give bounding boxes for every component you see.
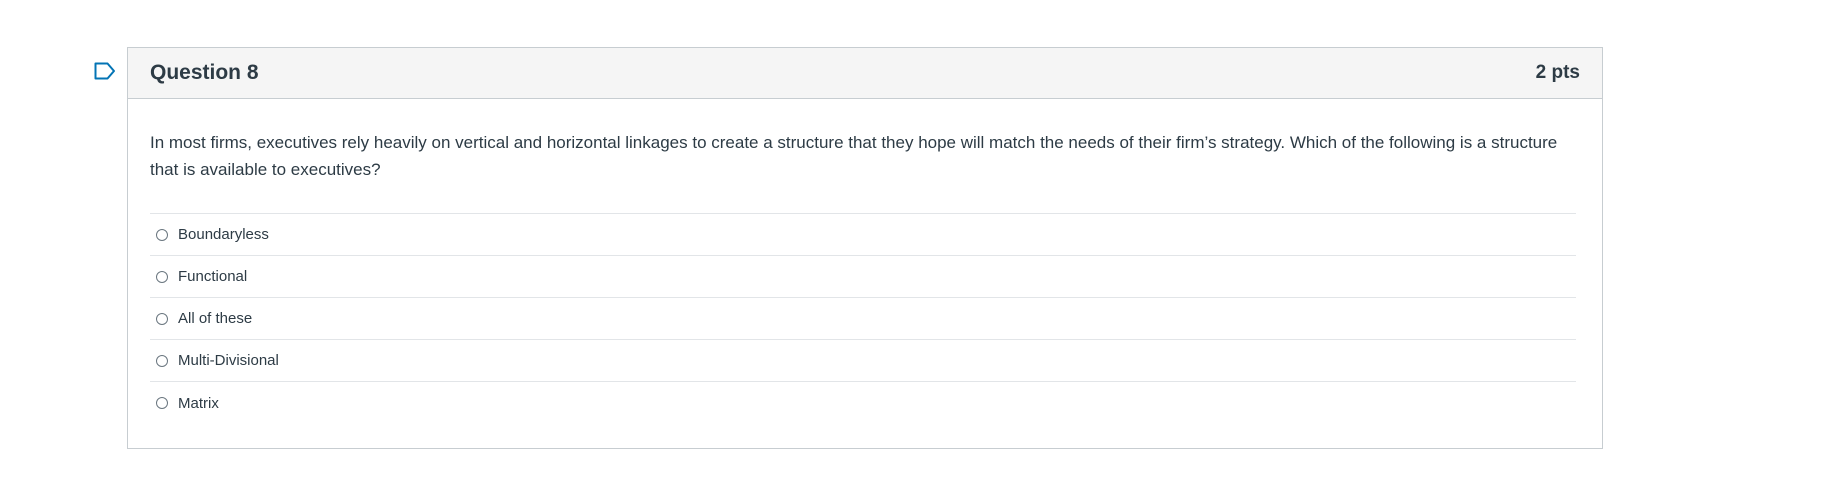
question-text: In most firms, executives rely heavily o… [150, 133, 1558, 179]
question-title: Question 8 [150, 61, 259, 84]
answer-option-boundaryless[interactable]: Boundaryless [150, 214, 1576, 256]
radio-button[interactable] [156, 354, 168, 367]
answer-label: Multi-Divisional [178, 352, 279, 369]
quiz-page: Question 8 2 pts In most firms, executiv… [0, 0, 1842, 478]
question-body: In most firms, executives rely heavily o… [128, 99, 1602, 424]
flag-question-button[interactable] [94, 62, 116, 80]
question-points: 2 pts [1535, 62, 1580, 83]
answer-option-functional[interactable]: Functional [150, 256, 1576, 298]
radio-button[interactable] [156, 228, 168, 241]
answer-list: Boundaryless Functional All of these Mul… [150, 213, 1576, 424]
question-card: Question 8 2 pts In most firms, executiv… [127, 47, 1603, 449]
radio-button[interactable] [156, 270, 168, 283]
answer-option-all-of-these[interactable]: All of these [150, 298, 1576, 340]
answer-label: Functional [178, 268, 248, 285]
answer-label: Matrix [178, 394, 219, 412]
answer-option-matrix[interactable]: Matrix [150, 382, 1576, 424]
radio-button[interactable] [156, 312, 168, 325]
flag-outline-icon [94, 62, 115, 80]
radio-button[interactable] [156, 397, 168, 409]
answer-label: Boundaryless [178, 226, 269, 243]
answer-label: All of these [178, 310, 253, 327]
question-header: Question 8 2 pts [128, 48, 1602, 99]
answer-option-multi-divisional[interactable]: Multi-Divisional [150, 340, 1576, 382]
